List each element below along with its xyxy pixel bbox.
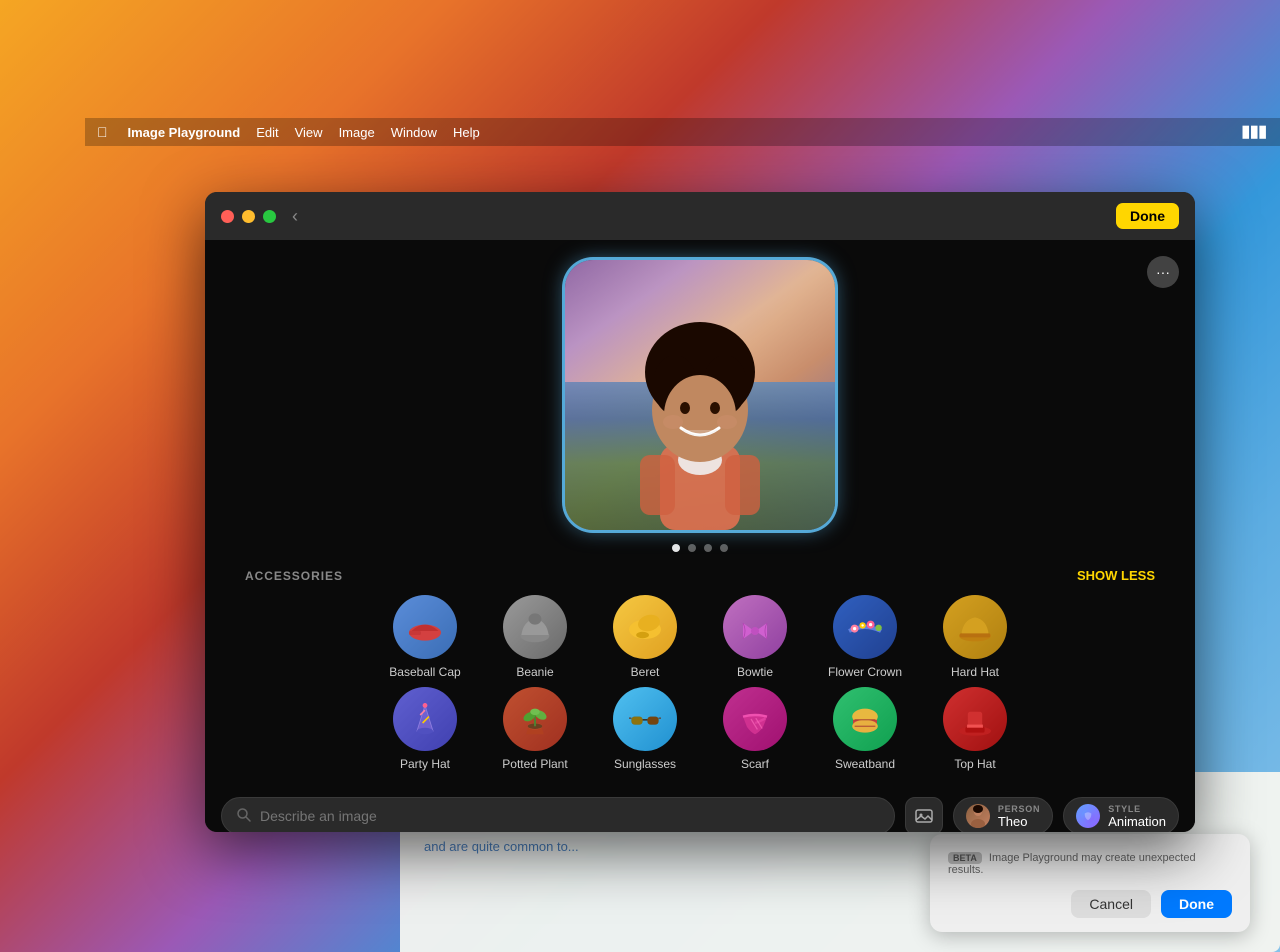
- menu-app-name[interactable]: Image Playground: [128, 125, 241, 140]
- image-upload-button[interactable]: [905, 797, 943, 832]
- flower-crown-label: Flower Crown: [828, 665, 902, 679]
- hard-hat-icon: [943, 595, 1007, 659]
- accessories-title: ACCESSORIES: [245, 569, 343, 583]
- person-pill[interactable]: PERSON Theo: [953, 797, 1053, 832]
- alert-beta-text: Image Playground may create unexpected r…: [948, 852, 1196, 876]
- accessory-sunglasses[interactable]: Sunglasses: [595, 687, 695, 771]
- accessories-header: ACCESSORIES SHOW LESS: [225, 568, 1175, 583]
- beret-icon: [613, 595, 677, 659]
- title-bar: ‹ Done: [205, 192, 1195, 240]
- dot-3[interactable]: [704, 544, 712, 552]
- done-button[interactable]: Done: [1116, 203, 1179, 229]
- accessory-scarf[interactable]: Scarf: [705, 687, 805, 771]
- image-placeholder: [565, 260, 835, 530]
- baseball-cap-icon: [393, 595, 457, 659]
- party-hat-label: Party Hat: [400, 757, 450, 771]
- potted-plant-icon: [503, 687, 567, 751]
- beanie-label: Beanie: [516, 665, 553, 679]
- accessory-flower-crown[interactable]: Flower Crown: [815, 595, 915, 679]
- text-line-3: and are quite common to...: [424, 836, 816, 858]
- style-icon: [1076, 804, 1100, 828]
- person-name: Theo: [998, 814, 1040, 829]
- alert-beta-notice: BETA Image Playground may create unexpec…: [948, 852, 1232, 876]
- accessory-sweatband[interactable]: Sweatband: [815, 687, 915, 771]
- image-area: ···: [205, 240, 1195, 568]
- sweatband-icon: [833, 687, 897, 751]
- alert-beta-badge: BETA: [948, 852, 982, 864]
- beanie-icon: [503, 595, 567, 659]
- menu-view[interactable]: View: [295, 125, 323, 140]
- accessory-hard-hat[interactable]: Hard Hat: [925, 595, 1025, 679]
- sunglasses-icon: [613, 687, 677, 751]
- accessory-baseball-cap[interactable]: Baseball Cap: [375, 595, 475, 679]
- alert-buttons: Cancel Done: [948, 890, 1232, 918]
- more-options-button[interactable]: ···: [1147, 256, 1179, 288]
- top-hat-icon: [943, 687, 1007, 751]
- confirm-done-button[interactable]: Done: [1161, 890, 1232, 918]
- accessories-row-2: Party Hat: [225, 687, 1175, 771]
- scarf-icon: [723, 687, 787, 751]
- apple-logo-icon: : [97, 124, 108, 140]
- main-content: ···: [205, 240, 1195, 832]
- accessory-top-hat[interactable]: Top Hat: [925, 687, 1025, 771]
- style-pill[interactable]: STYLE Animation: [1063, 797, 1179, 832]
- dot-4[interactable]: [720, 544, 728, 552]
- flower-crown-icon: [833, 595, 897, 659]
- search-icon: [236, 807, 252, 826]
- style-label: STYLE: [1108, 804, 1166, 814]
- potted-plant-label: Potted Plant: [502, 757, 567, 771]
- scarf-label: Scarf: [741, 757, 769, 771]
- dot-1[interactable]: [672, 544, 680, 552]
- minimize-button[interactable]: [242, 210, 255, 223]
- person-pill-text: PERSON Theo: [998, 804, 1040, 829]
- party-hat-icon: [393, 687, 457, 751]
- close-button[interactable]: [221, 210, 234, 223]
- sunglasses-label: Sunglasses: [614, 757, 676, 771]
- accessory-bowtie[interactable]: Bowtie: [705, 595, 805, 679]
- maximize-button[interactable]: [263, 210, 276, 223]
- menu-edit[interactable]: Edit: [256, 125, 278, 140]
- more-icon: ···: [1156, 264, 1170, 280]
- bowtie-icon: [723, 595, 787, 659]
- menu-image[interactable]: Image: [339, 125, 375, 140]
- generated-image[interactable]: [565, 260, 835, 530]
- search-input[interactable]: [260, 808, 880, 824]
- sweatband-label: Sweatband: [835, 757, 895, 771]
- person-svg: [565, 260, 835, 530]
- accessories-section: ACCESSORIES SHOW LESS Baseball Cap: [205, 568, 1195, 789]
- window-controls: [221, 210, 276, 223]
- image-icon: [915, 807, 933, 825]
- accessory-potted-plant[interactable]: Potted Plant: [485, 687, 585, 771]
- top-hat-label: Top Hat: [954, 757, 995, 771]
- person-label: PERSON: [998, 804, 1040, 814]
- menu-window[interactable]: Window: [391, 125, 437, 140]
- dot-2[interactable]: [688, 544, 696, 552]
- person-avatar: [966, 804, 990, 828]
- menu-bar:  Image Playground Edit View Image Windo…: [85, 118, 1280, 146]
- accessory-beret[interactable]: Beret: [595, 595, 695, 679]
- hard-hat-label: Hard Hat: [951, 665, 999, 679]
- accessory-beanie[interactable]: Beanie: [485, 595, 585, 679]
- alert-dialog: BETA Image Playground may create unexpec…: [930, 834, 1250, 932]
- search-input-container[interactable]: [221, 797, 895, 832]
- app-window: ‹ Done ···: [205, 192, 1195, 832]
- back-button[interactable]: ‹: [292, 206, 298, 227]
- show-less-button[interactable]: SHOW LESS: [1077, 568, 1155, 583]
- accessory-party-hat[interactable]: Party Hat: [375, 687, 475, 771]
- bottom-toolbar: PERSON Theo: [205, 789, 1195, 832]
- menu-help[interactable]: Help: [453, 125, 480, 140]
- style-pill-text: STYLE Animation: [1108, 804, 1166, 829]
- beret-label: Beret: [631, 665, 660, 679]
- style-name: Animation: [1108, 814, 1166, 829]
- accessories-row-1: Baseball Cap Beanie: [225, 595, 1175, 679]
- cancel-button[interactable]: Cancel: [1071, 890, 1151, 918]
- bowtie-label: Bowtie: [737, 665, 773, 679]
- menu-bar-right: ▊▊▊: [1243, 126, 1268, 139]
- baseball-cap-label: Baseball Cap: [389, 665, 460, 679]
- battery-icon: ▊▊▊: [1243, 126, 1268, 139]
- pagination-dots: [672, 544, 728, 552]
